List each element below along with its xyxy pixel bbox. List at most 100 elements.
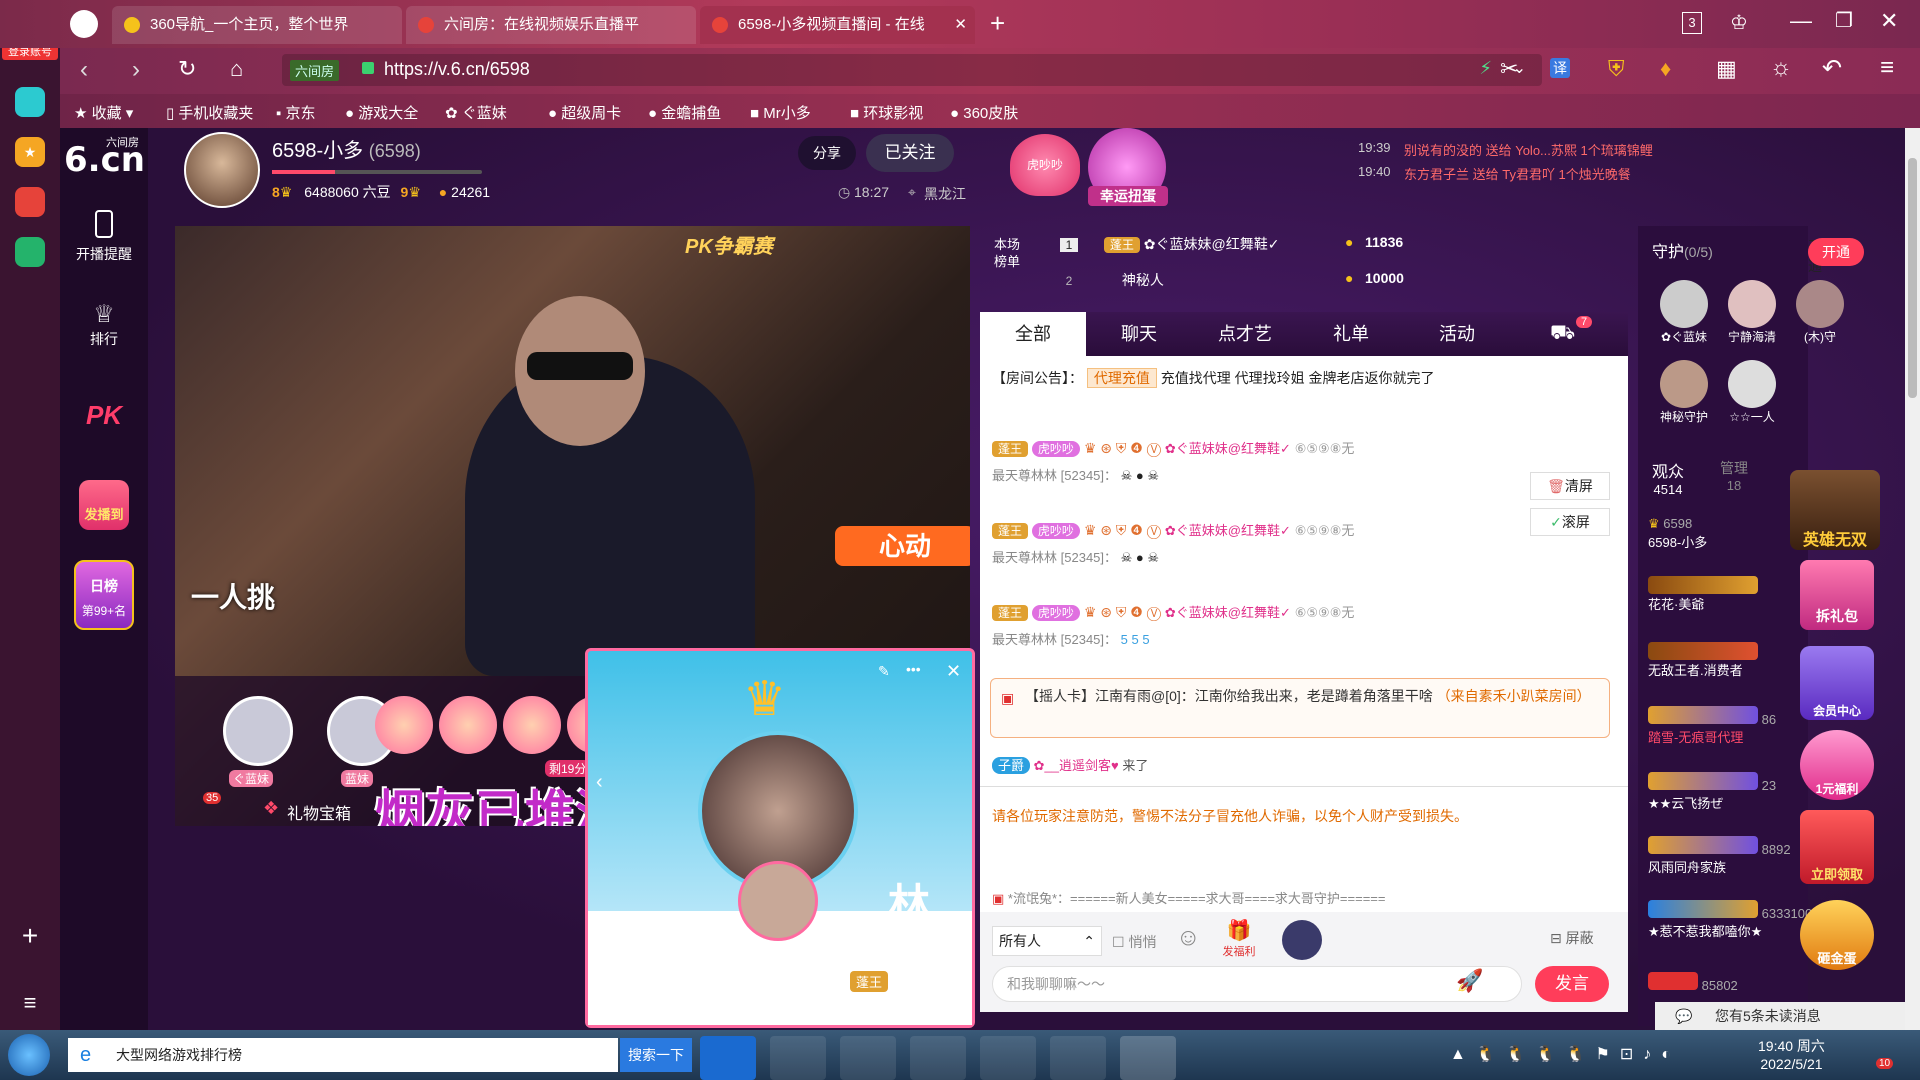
manager-tab[interactable]: 管理 18 xyxy=(1720,458,1748,493)
tray-icons[interactable]: ▲🐧🐧🐧🐧⚑⊡♪◐ xyxy=(1450,1044,1681,1064)
nav-live-reminder[interactable]: 开播提醒 xyxy=(60,210,148,264)
message-input[interactable]: 和我聊聊嘛～～ xyxy=(992,966,1522,1002)
undo-icon[interactable]: ↶ xyxy=(1822,54,1842,83)
msg-sender[interactable]: 最天尊林林 xyxy=(992,632,1057,647)
tab-count-icon[interactable]: 3 xyxy=(1682,12,1702,34)
taskbar-app-ie[interactable] xyxy=(770,1036,826,1080)
menu-list-icon[interactable]: ≡ xyxy=(15,990,45,1020)
gift-popup[interactable]: ✎ ••• ✕ ♛ ‹ 林 蓬王 xyxy=(585,648,975,1028)
taskbar-app-qq[interactable] xyxy=(1120,1036,1176,1080)
taskbar-search-button[interactable]: 搜索一下 xyxy=(620,1038,692,1072)
tab-gifts[interactable]: 礼单 xyxy=(1298,312,1404,356)
bookmark-item[interactable]: ▪ 京东 xyxy=(276,102,316,123)
follow-button[interactable]: 已关注 xyxy=(866,134,954,172)
reload-button[interactable]: ↻ xyxy=(178,56,196,82)
guard-open-pill[interactable]: 开通 xyxy=(1808,238,1864,266)
tab-chat[interactable]: 聊天 xyxy=(1086,312,1192,356)
msg-sender[interactable]: 最天尊林林 xyxy=(992,468,1057,483)
car-icon[interactable]: ⛟ xyxy=(1550,322,1575,347)
sidebar-app-icon[interactable] xyxy=(15,87,45,117)
taskbar-app-player[interactable] xyxy=(1050,1036,1106,1080)
bookmark-item[interactable]: ■ 环球影视 xyxy=(850,102,923,123)
close-icon[interactable]: ✕ xyxy=(946,661,961,682)
scissors-icon[interactable]: ✂ xyxy=(1500,56,1518,82)
close-icon[interactable]: ✕ xyxy=(954,6,967,44)
avatar[interactable] xyxy=(184,132,260,208)
msg-sender[interactable]: 最天尊林林 xyxy=(992,550,1057,565)
tab-6cn[interactable]: 六间房：在线视频娱乐直播平 xyxy=(406,6,696,44)
chevron-left-icon[interactable]: ‹ xyxy=(596,771,603,794)
seat-1[interactable] xyxy=(223,696,293,766)
new-tab-button[interactable]: + xyxy=(990,8,1005,39)
viewer-row[interactable]: 6333100 ★惹不惹我都嗑你★ xyxy=(1648,900,1812,940)
viewer-row[interactable]: 23 ★★云飞扬ぜ xyxy=(1648,772,1776,812)
gift-box-label[interactable]: 礼物宝箱 xyxy=(287,800,351,824)
guard-member[interactable]: 宁静海清 xyxy=(1722,280,1782,345)
add-icon[interactable]: + xyxy=(15,920,45,951)
bookmark-item[interactable]: ● 360皮肤 xyxy=(950,102,1018,123)
welfare-button[interactable]: 🎁 发福利 xyxy=(1216,918,1262,959)
promo-vip[interactable]: 会员中心 xyxy=(1800,646,1874,720)
target-select[interactable]: 所有人 ⌃ xyxy=(992,926,1102,956)
taskbar-app-k[interactable] xyxy=(700,1036,756,1080)
nav-compass-icon[interactable] xyxy=(70,10,98,38)
guard-member[interactable]: 神秘守护 xyxy=(1654,360,1714,425)
guard-member[interactable]: ☆☆一人 xyxy=(1722,360,1782,425)
bookmark-item[interactable]: ▯ 手机收藏夹 xyxy=(166,102,253,123)
window-close-button[interactable]: ✕ xyxy=(1880,8,1898,34)
bolt-icon[interactable]: ⚡ xyxy=(1479,58,1492,79)
guard-member[interactable]: (木)守 xyxy=(1790,280,1850,345)
promo-gift[interactable]: 拆礼包 xyxy=(1800,560,1874,630)
shield-icon[interactable]: ⛨ xyxy=(1608,56,1625,82)
msg-name[interactable]: ✿ぐ蓝妹妹@红舞鞋✓ xyxy=(1165,523,1291,538)
menu-icon[interactable]: ≡ xyxy=(1880,54,1894,82)
bookmark-item[interactable]: ● 金蟾捕鱼 xyxy=(648,102,721,123)
url-text[interactable]: https://v.6.cn/6598 xyxy=(384,59,530,80)
bookmark-item[interactable]: ● 游戏大全 xyxy=(345,102,418,123)
grid-icon[interactable]: ▦ xyxy=(1716,56,1737,82)
url-field[interactable]: 六间房 https://v.6.cn/6598 ⚡ ⌄ xyxy=(282,54,1542,86)
promo-hero[interactable]: 英雄无双 xyxy=(1790,470,1880,550)
favorites-icon[interactable]: ★ xyxy=(15,137,45,167)
rank-row[interactable]: 2 神秘人 ● 10000 xyxy=(1060,270,1480,298)
join-name[interactable]: ✿__逍遥剑客♥ xyxy=(1034,758,1119,773)
taskbar-app-folder[interactable] xyxy=(910,1036,966,1080)
more-icon[interactable]: ••• xyxy=(906,661,921,677)
rank-title[interactable]: 本场榜单 xyxy=(994,236,1028,270)
restore-button[interactable]: ❐ xyxy=(1835,8,1853,33)
clock[interactable]: 19:40 周六 2022/5/21 xyxy=(1758,1036,1825,1072)
emoji-icon[interactable]: ☺ xyxy=(1176,924,1201,952)
rocket-icon[interactable]: 🚀 xyxy=(1456,968,1483,994)
scroll-thumb[interactable] xyxy=(1908,158,1917,398)
translate-icon[interactable]: 译 xyxy=(1550,58,1570,78)
rank-row[interactable]: 1 蓬王 ✿ぐ蓝妹妹@红舞鞋✓ ● 11836 xyxy=(1060,234,1480,262)
audience-tab[interactable]: 观众 4514 xyxy=(1652,458,1684,497)
tab-all[interactable]: 全部 xyxy=(980,312,1086,356)
weibo-icon[interactable] xyxy=(15,187,45,217)
back-button[interactable]: ‹ xyxy=(80,56,88,84)
page-scrollbar[interactable] xyxy=(1905,128,1920,1030)
viewer-row[interactable]: ♛ 6598 6598-小多 xyxy=(1648,516,1707,551)
heart-badge[interactable]: 虎吵吵 xyxy=(1010,134,1080,196)
bookmark-item[interactable]: ■ Mr小多 xyxy=(750,102,811,123)
minimize-button[interactable]: — xyxy=(1790,8,1812,34)
gift-count-icon[interactable]: 35 xyxy=(203,792,222,804)
taskbar-app-360[interactable] xyxy=(980,1036,1036,1080)
scroll-screen-button[interactable]: ✓滚屏 xyxy=(1530,508,1610,536)
medal-icon[interactable] xyxy=(1282,920,1322,960)
clear-screen-button[interactable]: 🗑清屏 xyxy=(1530,472,1610,500)
forward-button[interactable]: › xyxy=(132,56,140,84)
daily-rank-badge[interactable]: 日榜 第99+名 xyxy=(74,560,134,630)
nav-rank[interactable]: ♕ 排行 xyxy=(60,300,148,349)
bookmark-item[interactable]: ✿ ぐ蓝妹 xyxy=(445,102,507,123)
send-button[interactable]: 发言 xyxy=(1535,966,1609,1002)
game-icon[interactable]: ♦ xyxy=(1660,56,1671,82)
gift-box-icon[interactable]: ❖ xyxy=(263,798,279,819)
share-button[interactable]: 分享 xyxy=(798,136,856,170)
viewer-row[interactable]: 无敌王者.消费者 xyxy=(1648,642,1758,679)
viewer-row[interactable]: 8892 风雨同舟家族 xyxy=(1648,836,1791,876)
promo-welfare[interactable]: 1元福利 xyxy=(1800,730,1874,800)
mail-icon[interactable] xyxy=(15,237,45,267)
home-button[interactable]: ⌂ xyxy=(230,56,243,82)
shirt-icon[interactable]: ♔ xyxy=(1730,10,1748,35)
